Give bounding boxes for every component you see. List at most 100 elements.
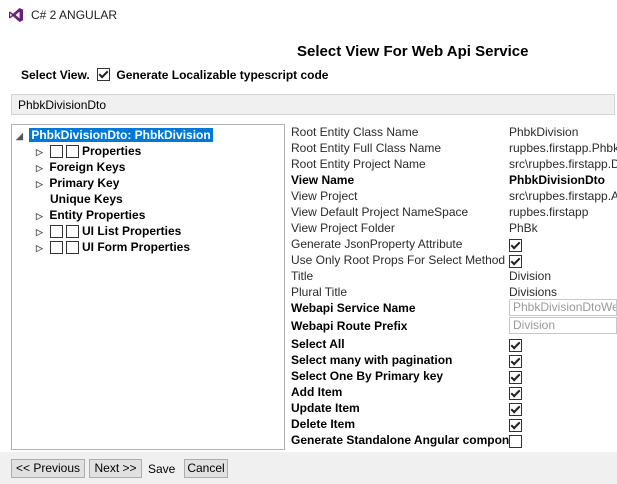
- tree-item-label: UI List Properties: [82, 224, 182, 238]
- property-label: Webapi Route Prefix: [291, 319, 408, 333]
- tree-checkbox[interactable]: [66, 241, 79, 255]
- property-label: Root Entity Project Name: [291, 157, 426, 171]
- property-value: [509, 416, 617, 432]
- localizable-label: Generate Localizable typescript code: [116, 67, 329, 82]
- tree-item-unique-keys[interactable]: Unique Keys: [50, 191, 123, 207]
- title-bar: C# 2 ANGULAR: [0, 0, 617, 30]
- tree-checkbox[interactable]: [50, 241, 63, 255]
- property-label: Webapi Service Name: [291, 301, 416, 315]
- property-label: Root Entity Full Class Name: [291, 141, 442, 155]
- tree-item-properties[interactable]: ▷ Properties: [36, 143, 141, 159]
- cancel-button[interactable]: Cancel: [184, 459, 228, 478]
- property-row: Webapi Service Name PhbkDivisionDtoWe: [291, 299, 617, 316]
- collapse-triangle-icon[interactable]: ◢: [16, 128, 26, 144]
- property-checkbox[interactable]: [509, 338, 522, 352]
- property-checkbox[interactable]: [509, 386, 522, 400]
- property-row: Select All: [291, 336, 617, 352]
- property-label: Generate JsonProperty Attribute: [291, 237, 463, 251]
- tree-item-entity-properties[interactable]: ▷ Entity Properties: [36, 207, 145, 223]
- tree-item-ui-list-properties[interactable]: ▷ UI List Properties: [36, 223, 181, 239]
- property-label: Add Item: [291, 385, 343, 399]
- property-label: View Name: [291, 173, 355, 187]
- property-value: [509, 432, 617, 448]
- previous-button[interactable]: << Previous: [11, 459, 85, 478]
- expand-triangle-icon[interactable]: ▷: [36, 144, 46, 160]
- property-checkbox[interactable]: [509, 418, 522, 432]
- select-view-row: Select View. Generate Localizable typesc…: [21, 67, 328, 82]
- expand-triangle-icon[interactable]: ▷: [36, 224, 46, 240]
- property-value: src\rupbes.firstapp.A: [509, 189, 617, 203]
- property-row: Title Division: [291, 268, 617, 284]
- property-row: View Project Folder PhBk: [291, 220, 617, 236]
- property-value: src\rupbes.firstapp.D: [509, 157, 617, 171]
- window-title: C# 2 ANGULAR: [31, 8, 118, 22]
- property-label: Select All: [291, 337, 345, 351]
- property-label: View Project Folder: [291, 221, 395, 235]
- property-label: Delete Item: [291, 417, 356, 431]
- localizable-checkbox[interactable]: [97, 68, 111, 82]
- property-value: [509, 252, 617, 268]
- property-checkbox[interactable]: [509, 354, 522, 368]
- property-checkbox[interactable]: [509, 238, 522, 252]
- property-value: Division: [509, 269, 552, 283]
- property-checkbox[interactable]: [509, 254, 522, 268]
- tree-checkbox[interactable]: [50, 225, 63, 239]
- select-view-label: Select View.: [21, 67, 90, 82]
- tree-item-label: Entity Properties: [49, 208, 146, 222]
- expand-triangle-icon[interactable]: ▷: [36, 208, 46, 224]
- property-row: Root Entity Project Name src\rupbes.first…: [291, 156, 617, 172]
- visual-studio-icon: [9, 8, 23, 22]
- tree-item-foreign-keys[interactable]: ▷ Foreign Keys: [36, 159, 125, 175]
- property-row: Select many with pagination: [291, 352, 617, 368]
- property-label: Title: [291, 269, 314, 283]
- tree-item-primary-key[interactable]: ▷ Primary Key: [36, 175, 119, 191]
- property-row: Root Entity Class Name PhbkDivision: [291, 124, 617, 140]
- property-label: Update Item: [291, 401, 360, 415]
- property-row: Update Item: [291, 400, 617, 416]
- expand-triangle-icon[interactable]: ▷: [36, 240, 46, 256]
- expand-triangle-icon[interactable]: ▷: [36, 176, 46, 192]
- property-value: PhBk: [509, 221, 538, 235]
- property-value: [509, 384, 617, 400]
- property-row: Plural Title Divisions: [291, 284, 617, 300]
- property-label: Select One By Primary key: [291, 369, 444, 383]
- property-row: View Project src\rupbes.firstapp.A: [291, 188, 617, 204]
- property-row: Add Item: [291, 384, 617, 400]
- property-checkbox[interactable]: [509, 434, 522, 448]
- property-checkbox[interactable]: [509, 402, 522, 416]
- property-value: PhbkDivisionDto: [509, 173, 606, 187]
- property-value: [509, 368, 617, 384]
- property-row: Webapi Route Prefix Division: [291, 317, 617, 334]
- property-value: [509, 336, 617, 352]
- property-row: View Name PhbkDivisionDto: [291, 172, 617, 188]
- button-bar: << Previous Next >> Save Cancel: [0, 452, 617, 484]
- view-name-field[interactable]: PhbkDivisionDto: [11, 94, 615, 115]
- tree-root[interactable]: ◢ PhbkDivisionDto: PhbkDivision: [16, 127, 213, 143]
- property-row: Generate JsonProperty Attribute: [291, 236, 617, 252]
- property-value: [509, 400, 617, 416]
- tree-root-label[interactable]: PhbkDivisionDto: PhbkDivision: [29, 128, 213, 142]
- page-heading: Select View For Web Api Service: [297, 43, 529, 60]
- property-value: [509, 236, 617, 252]
- view-tree: ◢ PhbkDivisionDto: PhbkDivision ▷ Propert…: [11, 124, 285, 450]
- tree-checkbox[interactable]: [50, 145, 63, 159]
- next-button[interactable]: Next >>: [89, 459, 142, 478]
- property-value: Divisions: [509, 285, 558, 299]
- property-input[interactable]: Division: [509, 317, 617, 334]
- property-value: [509, 352, 617, 368]
- tree-checkbox[interactable]: [66, 225, 79, 239]
- property-row: Use Only Root Props For Select Method: [291, 252, 617, 268]
- property-input[interactable]: PhbkDivisionDtoWe: [509, 299, 617, 316]
- property-label: Plural Title: [291, 285, 348, 299]
- tree-checkbox[interactable]: [66, 145, 79, 159]
- property-value: rupbes.firstapp: [509, 205, 589, 219]
- tree-item-label: Primary Key: [49, 176, 120, 190]
- property-row: Delete Item: [291, 416, 617, 432]
- expand-triangle-icon[interactable]: ▷: [36, 160, 46, 176]
- property-value: rupbes.firstapp.Phbk: [509, 141, 617, 155]
- property-label: Generate Standalone Angular compone: [291, 433, 516, 447]
- tree-item-ui-form-properties[interactable]: ▷ UI Form Properties: [36, 239, 190, 255]
- tree-item-label: UI Form Properties: [82, 240, 191, 254]
- save-button[interactable]: Save: [148, 462, 175, 476]
- property-checkbox[interactable]: [509, 370, 522, 384]
